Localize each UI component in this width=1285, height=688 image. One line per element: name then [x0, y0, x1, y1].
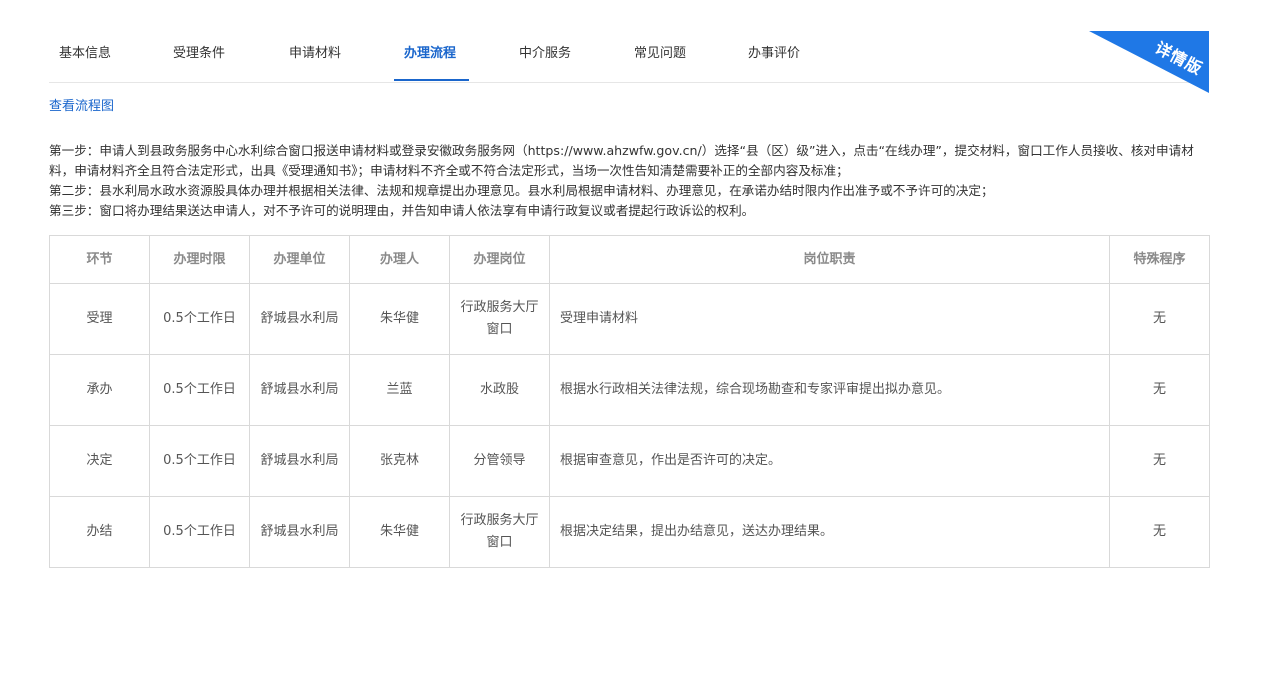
tab-bar: 基本信息 受理条件 申请材料 办理流程 中介服务 常见问题 办事评价 [49, 30, 1209, 83]
active-tab-indicator [394, 79, 469, 81]
process-steps: 第一步：申请人到县政务服务中心水利综合窗口报送申请材料或登录安徽政务服务网（ht… [49, 141, 1214, 221]
cell-duty: 根据决定结果，提出办结意见，送达办理结果。 [549, 496, 1110, 568]
cell-unit: 舒城县水利局 [249, 354, 350, 426]
table-row: 办结 0.5个工作日 舒城县水利局 朱华健 行政服务大厅窗口 根据决定结果，提出… [49, 496, 1210, 568]
cell-post: 行政服务大厅窗口 [449, 496, 550, 568]
cell-special-procedure: 无 [1109, 425, 1210, 497]
cell-duty: 根据审查意见，作出是否许可的决定。 [549, 425, 1110, 497]
header-handler: 办理人 [349, 235, 450, 284]
cell-post: 行政服务大厅窗口 [449, 283, 550, 355]
cell-time-limit: 0.5个工作日 [149, 425, 250, 497]
cell-special-procedure: 无 [1109, 283, 1210, 355]
step-1-text: 第一步：申请人到县政务服务中心水利综合窗口报送申请材料或登录安徽政务服务网（ht… [49, 143, 1194, 178]
cell-special-procedure: 无 [1109, 496, 1210, 568]
tab-service-evaluation[interactable]: 办事评价 [748, 44, 800, 64]
page: 基本信息 受理条件 申请材料 办理流程 中介服务 常见问题 办事评价 详情版 查… [0, 0, 1285, 688]
header-time-limit: 办理时限 [149, 235, 250, 284]
table-row: 决定 0.5个工作日 舒城县水利局 张克林 分管领导 根据审查意见，作出是否许可… [49, 425, 1210, 497]
cell-stage: 决定 [49, 425, 150, 497]
view-flowchart-link[interactable]: 查看流程图 [49, 98, 114, 116]
cell-duty: 根据水行政相关法律法规，综合现场勘查和专家评审提出拟办意见。 [549, 354, 1110, 426]
cell-unit: 舒城县水利局 [249, 425, 350, 497]
cell-handler: 朱华健 [349, 283, 450, 355]
step-2-text: 第二步：县水利局水政水资源股具体办理并根据相关法律、法规和规章提出办理意见。县水… [49, 183, 994, 198]
table-row: 受理 0.5个工作日 舒城县水利局 朱华健 行政服务大厅窗口 受理申请材料 无 [49, 283, 1210, 355]
tab-application-materials[interactable]: 申请材料 [289, 44, 341, 64]
cell-stage: 承办 [49, 354, 150, 426]
cell-unit: 舒城县水利局 [249, 496, 350, 568]
cell-stage: 受理 [49, 283, 150, 355]
tab-basic-info[interactable]: 基本信息 [59, 44, 111, 64]
header-duty: 岗位职责 [549, 235, 1110, 284]
detail-version-ribbon[interactable]: 详情版 [1089, 31, 1209, 93]
tab-intermediary-services[interactable]: 中介服务 [519, 44, 571, 64]
cell-stage: 办结 [49, 496, 150, 568]
cell-special-procedure: 无 [1109, 354, 1210, 426]
cell-handler: 朱华健 [349, 496, 450, 568]
tab-acceptance-conditions[interactable]: 受理条件 [173, 44, 225, 64]
tab-faq[interactable]: 常见问题 [634, 44, 686, 64]
table-row: 承办 0.5个工作日 舒城县水利局 兰蓝 水政股 根据水行政相关法律法规，综合现… [49, 354, 1210, 426]
tab-process-flow[interactable]: 办理流程 [404, 44, 456, 64]
header-special-procedure: 特殊程序 [1109, 235, 1210, 284]
cell-time-limit: 0.5个工作日 [149, 283, 250, 355]
process-table: 环节 办理时限 办理单位 办理人 办理岗位 岗位职责 特殊程序 受理 0.5个工… [49, 235, 1210, 568]
cell-time-limit: 0.5个工作日 [149, 496, 250, 568]
table-header-row: 环节 办理时限 办理单位 办理人 办理岗位 岗位职责 特殊程序 [49, 235, 1210, 284]
cell-post: 分管领导 [449, 425, 550, 497]
cell-handler: 兰蓝 [349, 354, 450, 426]
cell-post: 水政股 [449, 354, 550, 426]
cell-handler: 张克林 [349, 425, 450, 497]
header-post: 办理岗位 [449, 235, 550, 284]
cell-unit: 舒城县水利局 [249, 283, 350, 355]
cell-time-limit: 0.5个工作日 [149, 354, 250, 426]
cell-duty: 受理申请材料 [549, 283, 1110, 355]
header-unit: 办理单位 [249, 235, 350, 284]
header-stage: 环节 [49, 235, 150, 284]
step-3-text: 第三步：窗口将办理结果送达申请人，对不予许可的说明理由，并告知申请人依法享有申请… [49, 203, 755, 218]
